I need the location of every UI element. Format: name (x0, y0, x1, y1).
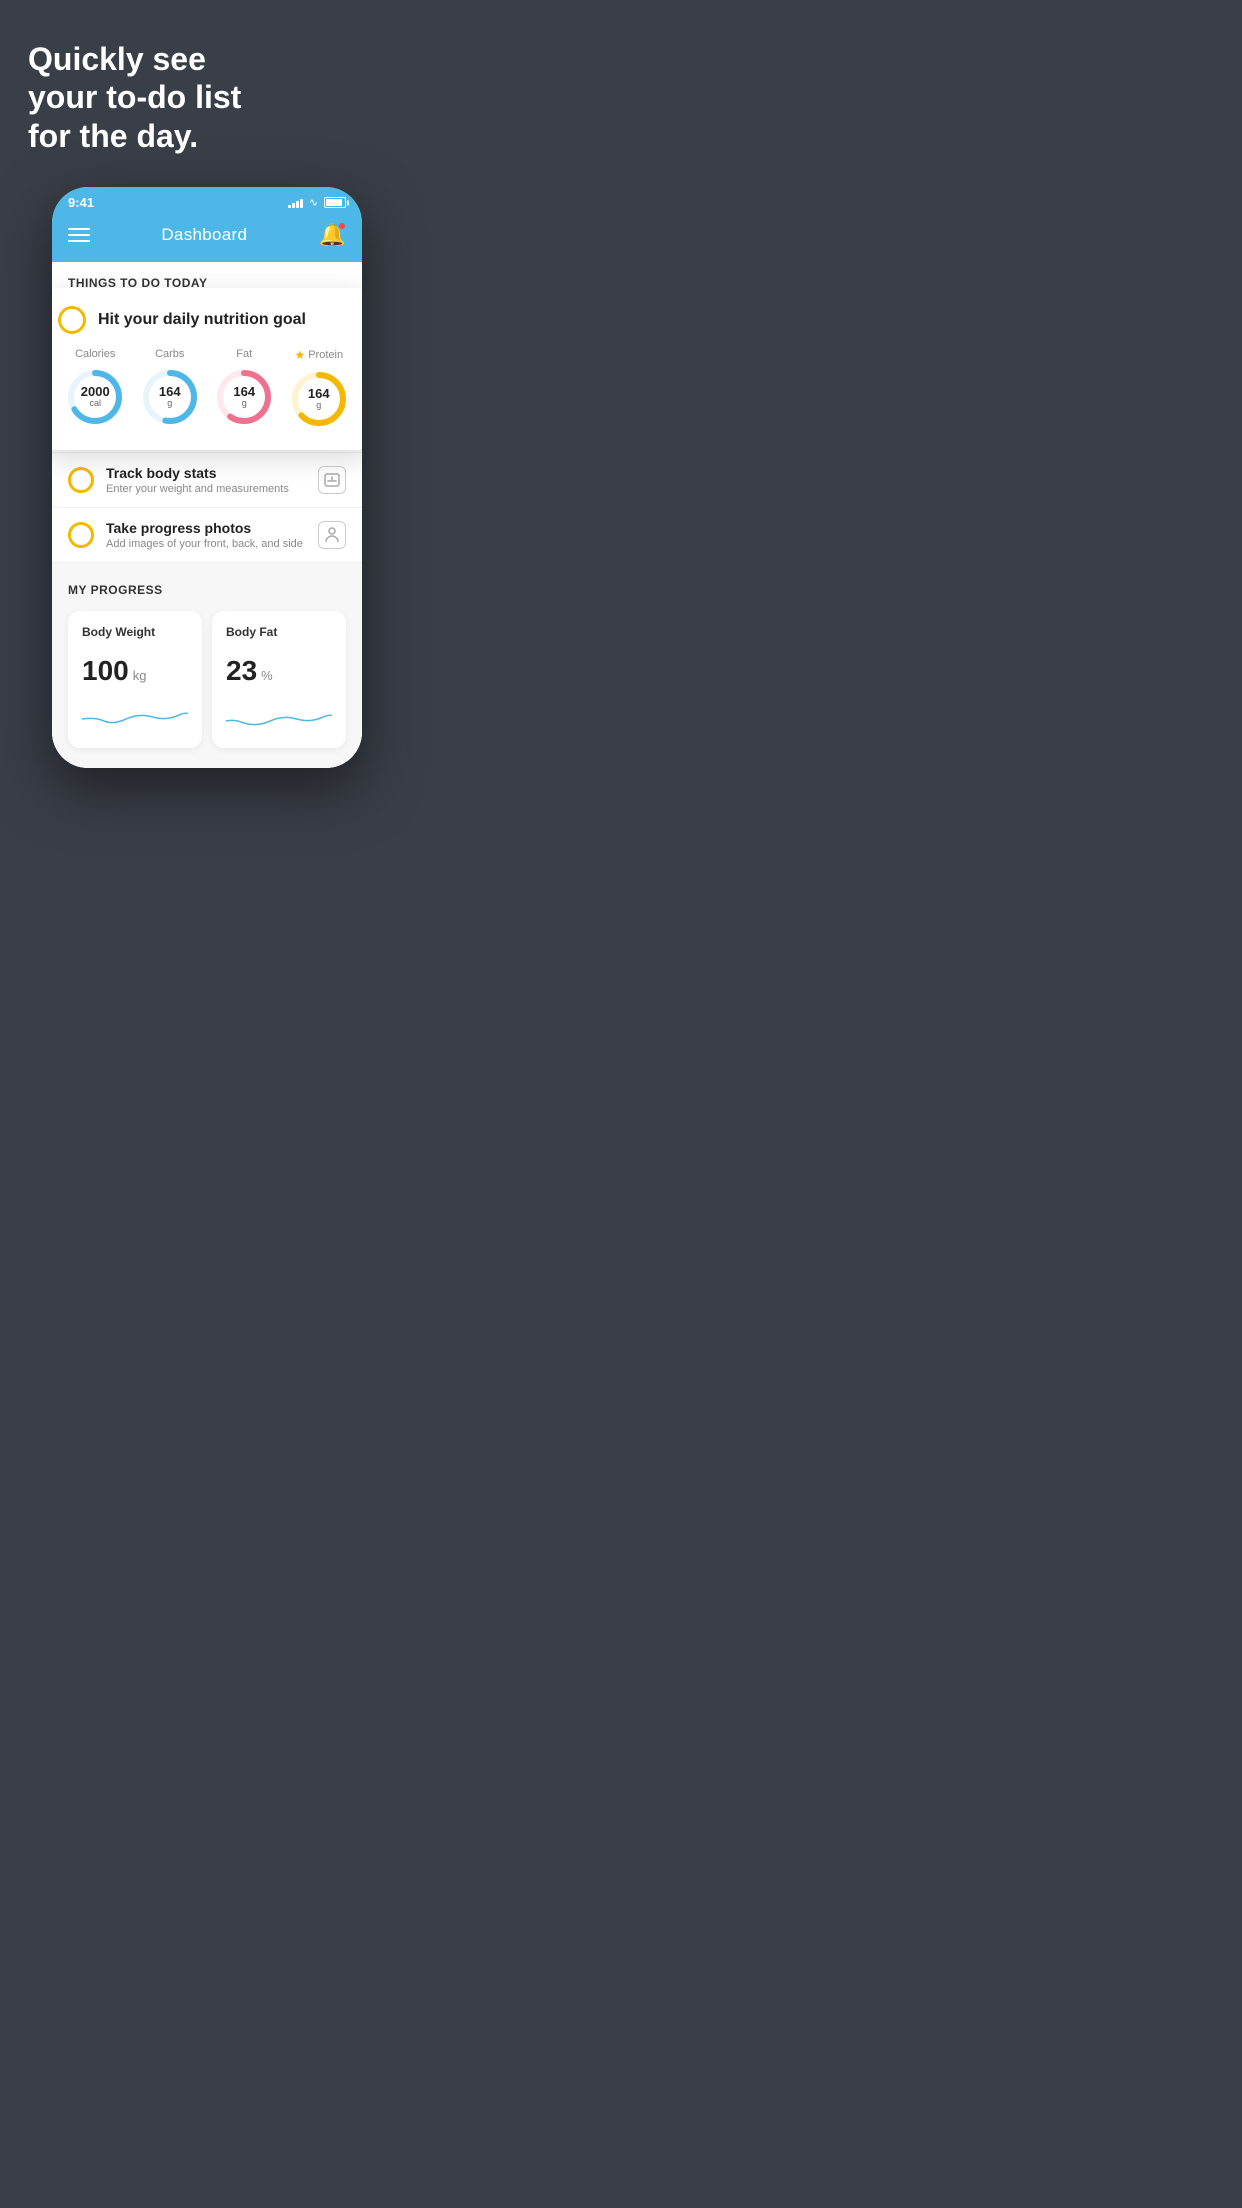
fat-item: Fat 164 g (213, 348, 275, 428)
list-item[interactable]: Track body stats Enter your weight and m… (52, 453, 362, 508)
carbs-unit: g (159, 399, 181, 409)
fat-value: 164 (233, 385, 255, 399)
protein-unit: g (308, 401, 330, 411)
nutrition-card: Hit your daily nutrition goal Calories (52, 288, 362, 450)
body-fat-title: Body Fat (226, 625, 332, 639)
calories-label: Calories (75, 348, 115, 360)
body-weight-title: Body Weight (82, 625, 188, 639)
nutrition-row: Calories 2000 cal (58, 348, 356, 430)
body-fat-value: 23 (226, 655, 257, 687)
calories-unit: cal (81, 399, 110, 409)
body-stats-text: Track body stats Enter your weight and m… (106, 465, 306, 495)
fat-label: Fat (236, 348, 252, 360)
scale-icon (318, 466, 346, 494)
body-weight-value: 100 (82, 655, 129, 687)
progress-cards: Body Weight 100 kg Body Fat 23 (68, 611, 346, 768)
signal-icon (288, 197, 303, 208)
protein-label: Protein (308, 349, 343, 361)
star-icon: ★ (294, 348, 305, 362)
bell-button[interactable]: 🔔 (319, 222, 346, 248)
menu-icon[interactable] (68, 228, 90, 242)
body-stats-checkbox[interactable] (68, 467, 94, 493)
body-weight-card: Body Weight 100 kg (68, 611, 202, 748)
calories-value: 2000 (81, 385, 110, 399)
protein-item: ★ Protein 164 g (288, 348, 350, 430)
calories-item: Calories 2000 cal (64, 348, 126, 428)
wifi-icon: ∿ (309, 196, 318, 209)
nav-bar: Dashboard 🔔 (52, 214, 362, 262)
person-icon (318, 521, 346, 549)
body-fat-unit: % (261, 668, 273, 683)
status-time: 9:41 (68, 195, 94, 210)
status-icons: ∿ (288, 196, 346, 209)
fat-donut: 164 g (213, 366, 275, 428)
body-fat-card: Body Fat 23 % (212, 611, 346, 748)
carbs-value: 164 (159, 385, 181, 399)
body-fat-value-row: 23 % (226, 655, 332, 687)
protein-value: 164 (308, 387, 330, 401)
progress-section: MY PROGRESS Body Weight 100 kg (52, 563, 362, 768)
carbs-item: Carbs 164 g (139, 348, 201, 428)
protein-donut: 164 g (288, 368, 350, 430)
hero-title: Quickly see your to-do list for the day. (28, 40, 386, 155)
body-stats-subtitle: Enter your weight and measurements (106, 483, 306, 495)
fat-unit: g (233, 399, 255, 409)
body-weight-unit: kg (133, 668, 147, 683)
carbs-label: Carbs (155, 348, 184, 360)
nutrition-title: Hit your daily nutrition goal (98, 311, 306, 329)
photos-title: Take progress photos (106, 520, 306, 536)
photos-subtitle: Add images of your front, back, and side (106, 538, 306, 550)
phone-frame: 9:41 ∿ Dashboard (52, 187, 362, 768)
calories-donut: 2000 cal (64, 366, 126, 428)
nav-title: Dashboard (161, 225, 247, 245)
battery-icon (324, 197, 346, 208)
status-bar: 9:41 ∿ (52, 187, 362, 214)
photos-checkbox[interactable] (68, 522, 94, 548)
carbs-donut: 164 g (139, 366, 201, 428)
body-stats-title: Track body stats (106, 465, 306, 481)
photos-text: Take progress photos Add images of your … (106, 520, 306, 550)
nutrition-checkbox[interactable] (58, 306, 86, 334)
list-item[interactable]: Take progress photos Add images of your … (52, 508, 362, 563)
body-weight-chart (82, 699, 188, 729)
phone-content: THINGS TO DO TODAY Hit your daily nutrit… (52, 262, 362, 768)
progress-header: MY PROGRESS (68, 583, 346, 597)
body-fat-chart (226, 699, 332, 729)
body-weight-value-row: 100 kg (82, 655, 188, 687)
